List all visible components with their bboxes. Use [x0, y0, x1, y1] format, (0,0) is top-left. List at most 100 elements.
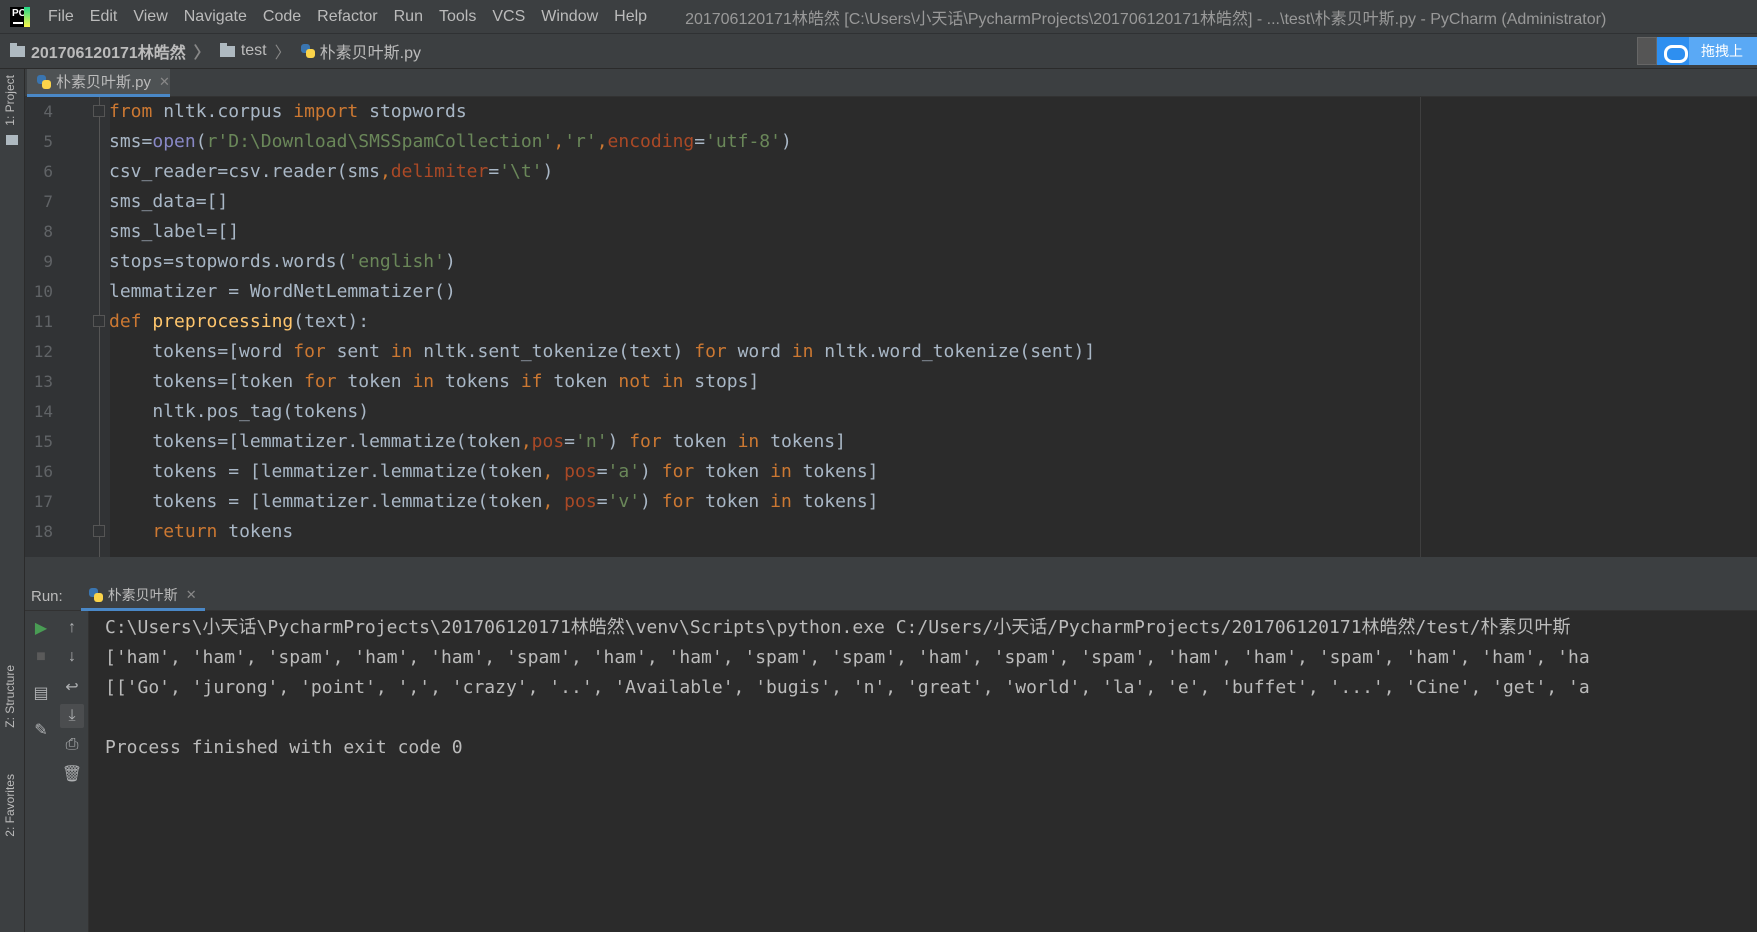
cloud-widget-handle: [1637, 37, 1657, 65]
breadcrumb-project[interactable]: 201706120171林皓然 〉: [0, 39, 210, 63]
close-icon[interactable]: ✕: [186, 587, 197, 603]
favorites-tool-tab[interactable]: 2: Favorites: [3, 774, 17, 837]
console-line: ['ham', 'ham', 'spam', 'ham', 'ham', 'sp…: [105, 647, 1590, 668]
code-line[interactable]: tokens = [lemmatizer.lemmatize(token, po…: [109, 487, 878, 517]
run-tab[interactable]: 朴素贝叶斯 ✕: [80, 583, 205, 611]
menu-view[interactable]: View: [125, 0, 175, 33]
python-file-icon: [37, 74, 51, 89]
line-number: 8: [43, 222, 53, 241]
line-number: 6: [43, 162, 53, 181]
trash-icon[interactable]: 🗑: [60, 762, 84, 786]
soft-wrap-icon[interactable]: ↩: [60, 675, 84, 699]
fold-marker-icon[interactable]: [93, 105, 105, 117]
pycharm-logo-icon: [10, 6, 30, 27]
folder-icon: [10, 42, 25, 57]
menu-file[interactable]: File: [40, 0, 82, 33]
menu-bar: File Edit View Navigate Code Refactor Ru…: [0, 0, 1757, 33]
run-panel-label: Run:: [31, 588, 63, 605]
code-line[interactable]: tokens=[word for sent in nltk.sent_token…: [109, 337, 1095, 367]
line-number: 18: [33, 522, 53, 541]
code-line[interactable]: lemmatizer = WordNetLemmatizer(): [109, 277, 456, 307]
python-file-icon: [88, 588, 103, 602]
line-number: 15: [33, 432, 53, 451]
pin-icon[interactable]: ✎: [29, 718, 53, 742]
menu-code[interactable]: Code: [255, 0, 309, 33]
breadcrumb-project-label: 201706120171林皓然: [31, 45, 186, 62]
window-title: 201706120171林皓然 [C:\Users\小天话\PycharmPro…: [685, 10, 1607, 28]
breadcrumb-folder-label: test: [240, 42, 267, 59]
code-line[interactable]: return tokens: [109, 517, 293, 547]
run-tab-label: 朴素贝叶斯: [107, 587, 178, 603]
python-file-icon: [300, 44, 315, 58]
structure-tool-tab[interactable]: Z: Structure: [3, 665, 17, 728]
console-line: C:\Users\小天话\PycharmProjects\20170612017…: [105, 617, 1571, 638]
baidu-cloud-widget[interactable]: 拖拽上: [1637, 37, 1757, 65]
editor-gutter: 4 5 6 7 8 9 10 11 12 13 14 15 16 17 18: [25, 97, 110, 557]
menu-refactor[interactable]: Refactor: [309, 0, 385, 33]
breadcrumb-separator: 〉: [274, 45, 291, 62]
code-line[interactable]: sms_data=[]: [109, 187, 228, 217]
code-line[interactable]: csv_reader=csv.reader(sms,delimiter='\t'…: [109, 157, 553, 187]
menu-navigate[interactable]: Navigate: [176, 0, 255, 33]
console-line: [['Go', 'jurong', 'point', ',', 'crazy',…: [105, 677, 1590, 698]
editor-tab-active[interactable]: 朴素贝叶斯.py ✕: [27, 69, 170, 97]
line-number: 4: [43, 102, 53, 121]
code-line[interactable]: tokens = [lemmatizer.lemmatize(token, po…: [109, 457, 878, 487]
code-line[interactable]: from nltk.corpus import stopwords: [109, 97, 467, 127]
gutter-divider: [99, 97, 100, 557]
run-toolbar: ▶ ↑ ■ ↓ ↩ ▤ ⤓ ✎ ⎙ 🗑: [25, 611, 89, 932]
cloud-widget-label: 拖拽上: [1689, 37, 1757, 65]
code-line[interactable]: def preprocessing(text):: [109, 307, 369, 337]
project-tool-tab[interactable]: 1: Project: [3, 75, 17, 126]
baidu-cloud-icon: [1657, 37, 1689, 65]
fold-marker-icon[interactable]: [93, 315, 105, 327]
breadcrumb-separator: 〉: [193, 45, 210, 62]
print-icon[interactable]: ⎙: [60, 733, 84, 757]
run-icon[interactable]: ▶: [29, 616, 53, 640]
console-line: Process finished with exit code 0: [105, 737, 463, 758]
breadcrumb-file-label: 朴素贝叶斯.py: [319, 45, 421, 62]
stop-icon[interactable]: ■: [29, 645, 53, 669]
line-number: 10: [33, 282, 53, 301]
breadcrumb: 201706120171林皓然 〉 test 〉 朴素贝叶斯.py 拖拽上: [0, 33, 1757, 69]
menu-run[interactable]: Run: [386, 0, 431, 33]
console-output[interactable]: C:\Users\小天话\PycharmProjects\20170612017…: [89, 611, 1757, 932]
code-line[interactable]: nltk.pos_tag(tokens): [109, 397, 369, 427]
folder-icon: [6, 135, 18, 145]
code-line[interactable]: tokens=[token for token in tokens if tok…: [109, 367, 759, 397]
line-number: 17: [33, 492, 53, 511]
close-icon[interactable]: ✕: [159, 74, 170, 90]
menu-tools[interactable]: Tools: [431, 0, 484, 33]
breadcrumb-file[interactable]: 朴素贝叶斯.py: [291, 39, 421, 63]
code-line[interactable]: stops=stopwords.words('english'): [109, 247, 456, 277]
run-panel-header: Run: 朴素贝叶斯 ✕: [25, 583, 1757, 611]
line-number: 7: [43, 192, 53, 211]
down-arrow-icon[interactable]: ↓: [60, 645, 84, 669]
folder-icon: [219, 42, 235, 57]
code-line[interactable]: sms=open(r'D:\Download\SMSSpamCollection…: [109, 127, 792, 157]
line-number: 5: [43, 132, 53, 151]
line-number: 14: [33, 402, 53, 421]
editor-tab-label: 朴素贝叶斯.py: [56, 74, 152, 91]
code-line[interactable]: tokens=[lemmatizer.lemmatize(token,pos='…: [109, 427, 846, 457]
layout-icon[interactable]: ▤: [29, 681, 53, 705]
line-number: 16: [33, 462, 53, 481]
left-tool-strip: 1: Project Z: Structure 2: Favorites: [0, 69, 25, 932]
line-number: 9: [43, 252, 53, 271]
fold-marker-icon[interactable]: [93, 525, 105, 537]
code-area[interactable]: from nltk.corpus import stopwords sms=op…: [109, 97, 1449, 557]
menu-vcs[interactable]: VCS: [484, 0, 533, 33]
code-line[interactable]: sms_label=[]: [109, 217, 239, 247]
breadcrumb-folder[interactable]: test 〉: [210, 39, 291, 63]
line-number: 13: [33, 372, 53, 391]
menu-help[interactable]: Help: [606, 0, 655, 33]
menu-edit[interactable]: Edit: [82, 0, 126, 33]
up-arrow-icon[interactable]: ↑: [60, 616, 84, 640]
scroll-to-end-icon[interactable]: ⤓: [60, 704, 84, 728]
editor-tab-bar: 朴素贝叶斯.py ✕: [25, 69, 1757, 97]
line-number: 11: [33, 312, 53, 331]
panel-splitter[interactable]: [25, 557, 1757, 583]
menu-window[interactable]: Window: [533, 0, 606, 33]
code-editor[interactable]: 4 5 6 7 8 9 10 11 12 13 14 15 16 17 18 f…: [25, 97, 1757, 557]
line-number: 12: [33, 342, 53, 361]
